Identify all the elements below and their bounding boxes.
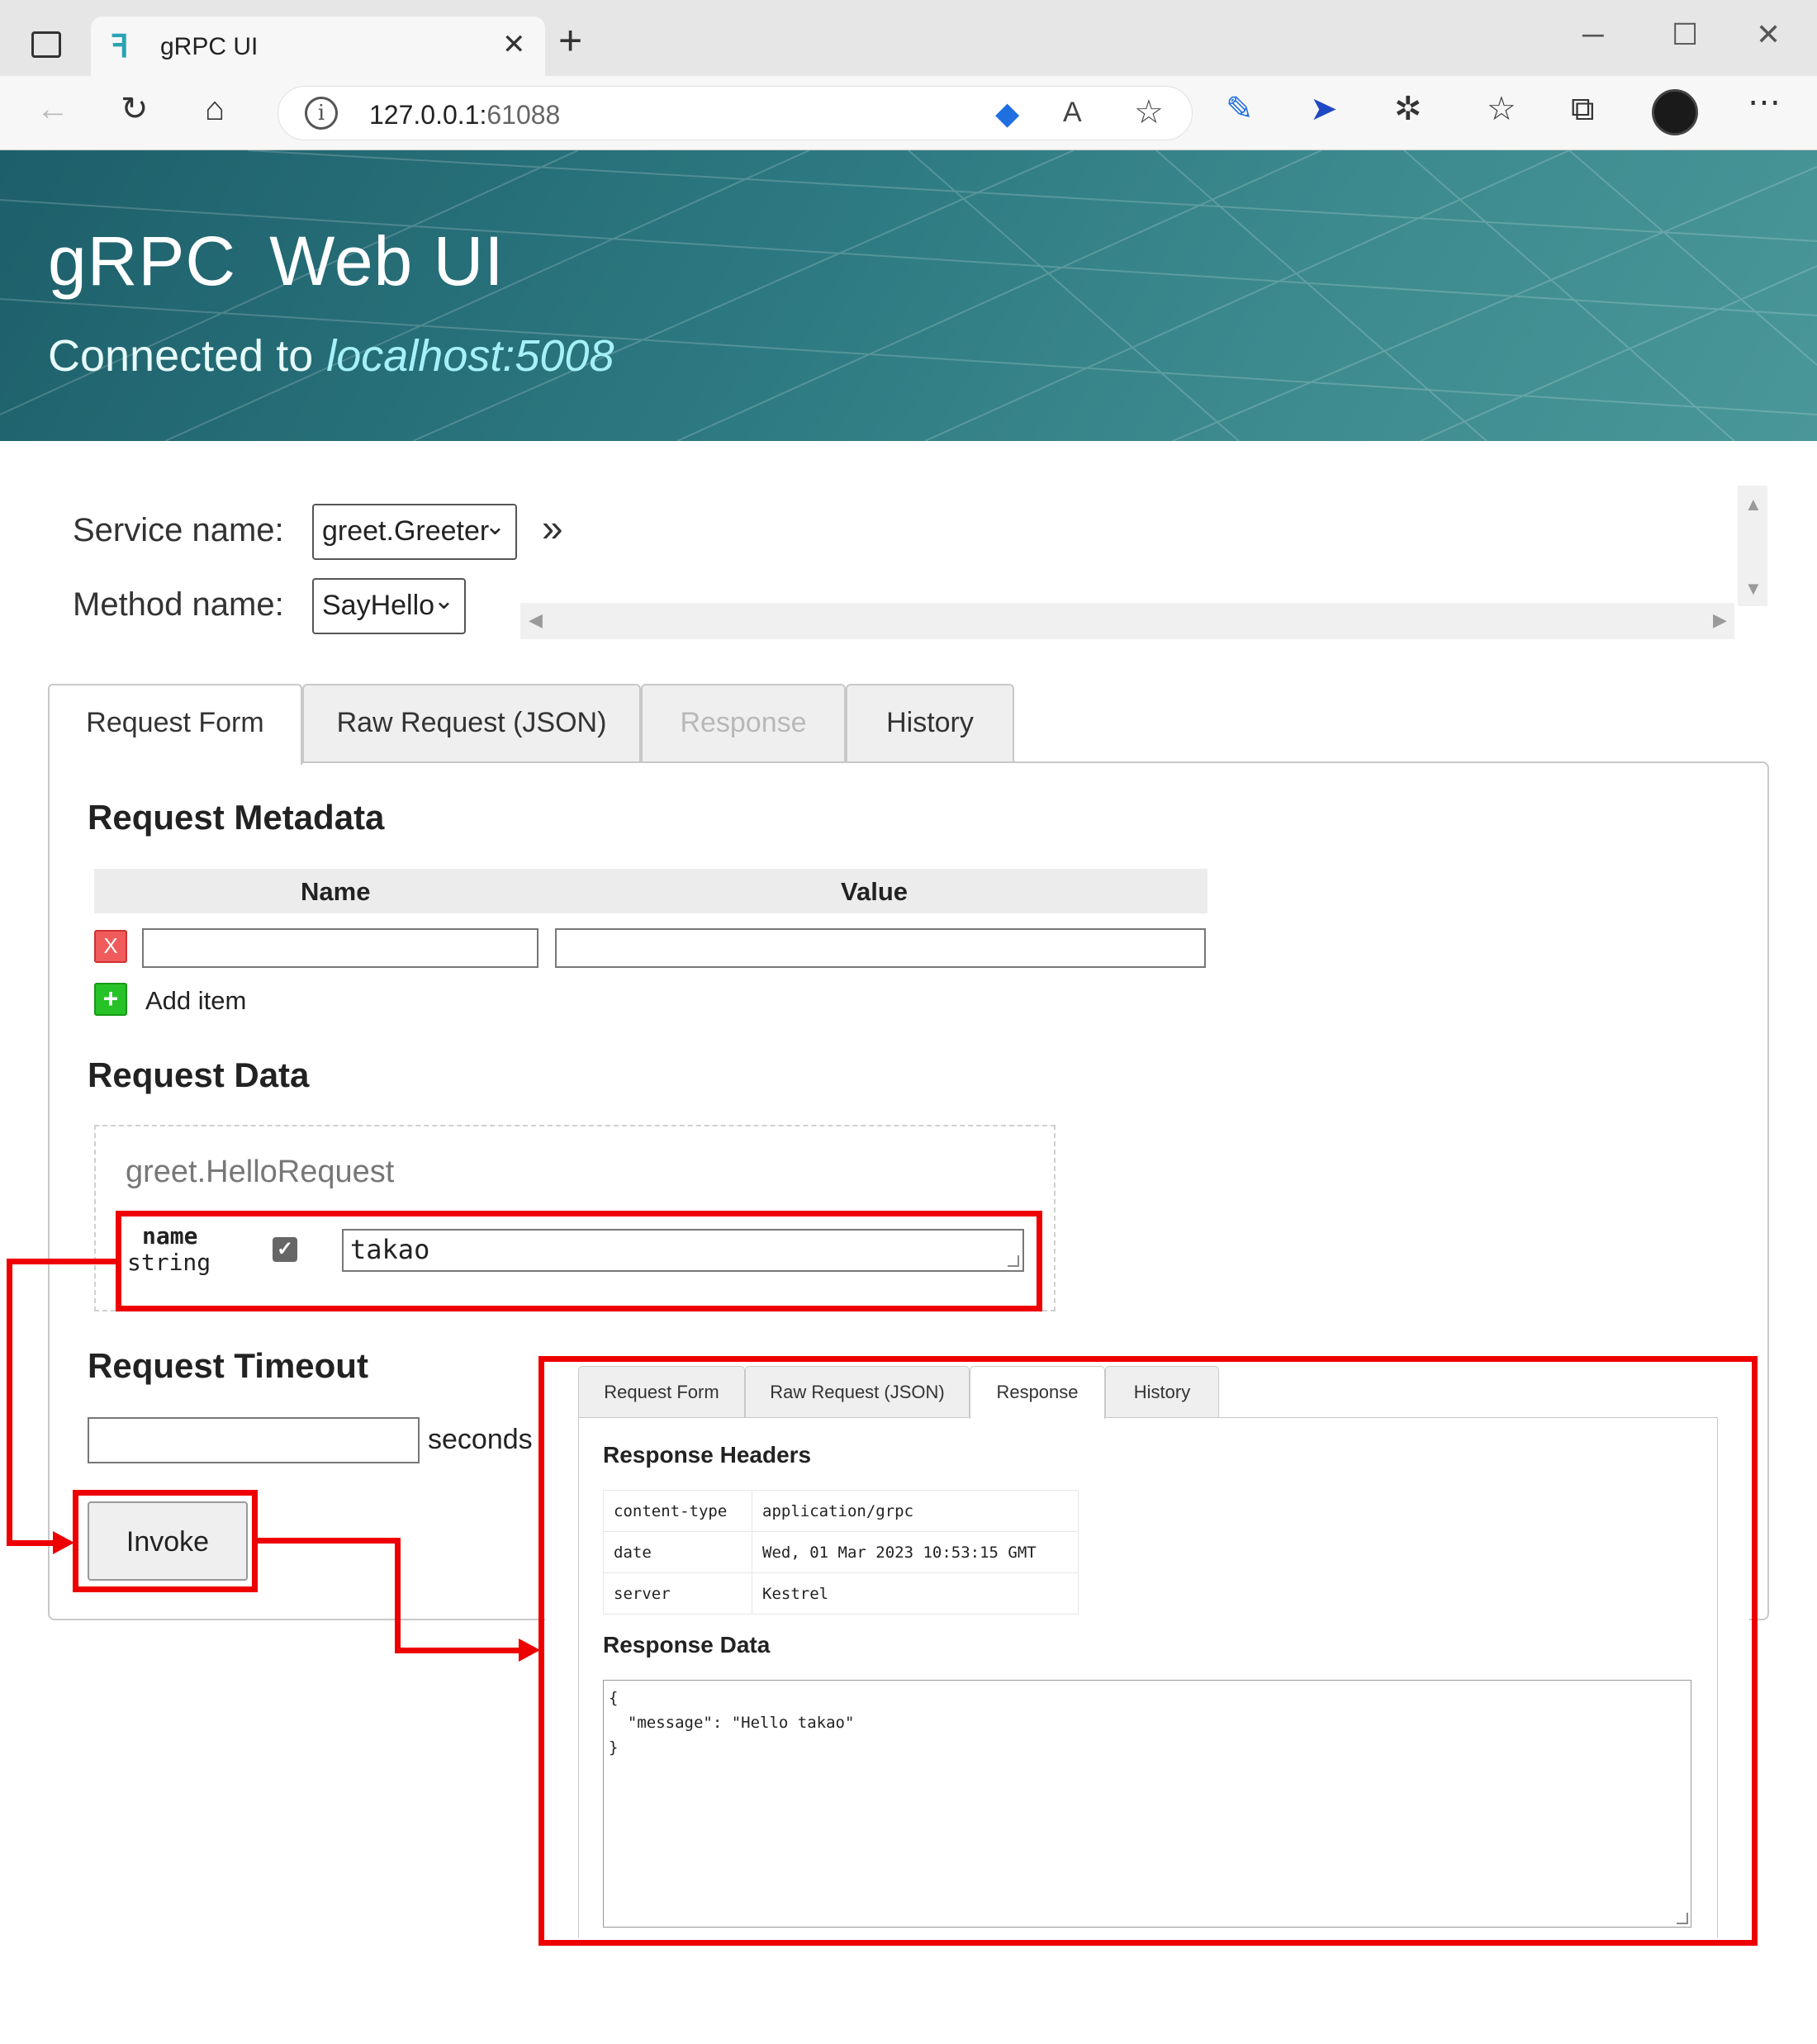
chevron-down-icon: ⌄ bbox=[484, 513, 505, 540]
refresh-icon[interactable]: ↻ bbox=[121, 92, 149, 126]
request-timeout-heading: Request Timeout bbox=[88, 1346, 368, 1385]
home-icon[interactable]: ⌂ bbox=[205, 92, 225, 126]
annotation-arrow-icon bbox=[519, 1639, 540, 1662]
grpc-favicon-icon: ꟻ bbox=[111, 30, 129, 64]
page-title: gRPC Web UI bbox=[48, 222, 505, 300]
chevron-down-icon: ⌄ bbox=[433, 587, 454, 614]
address-bar[interactable]: i 127.0.0.1:61088 ◆ A ☆ bbox=[278, 86, 1193, 140]
timeout-input[interactable] bbox=[88, 1417, 420, 1463]
new-tab-icon[interactable]: + bbox=[558, 20, 582, 61]
expand-icon[interactable]: » bbox=[542, 505, 563, 550]
browser-chrome: ꟻ gRPC UI ✕ + ─ ☐ ✕ ← ↻ ⌂ i 127.0.0.1:61… bbox=[0, 0, 1817, 150]
minimize-icon[interactable]: ─ bbox=[1582, 20, 1604, 50]
scroll-right-icon[interactable]: ▶ bbox=[1713, 609, 1727, 631]
close-tab-icon[interactable]: ✕ bbox=[502, 28, 526, 61]
pen-extension-icon[interactable]: ✎ bbox=[1226, 92, 1254, 126]
browser-tab[interactable]: ꟻ gRPC UI ✕ bbox=[91, 17, 545, 78]
tag-icon[interactable]: ◆ bbox=[995, 95, 1019, 132]
extensions-icon[interactable]: ✲ bbox=[1394, 92, 1422, 126]
bookmark-extension-icon[interactable]: ➤ bbox=[1310, 92, 1338, 126]
metadata-value-column: Value bbox=[841, 877, 908, 906]
add-metadata-button[interactable]: + bbox=[94, 983, 127, 1016]
method-select[interactable]: SayHello ⌄ bbox=[312, 578, 466, 634]
tab-actions-icon[interactable] bbox=[31, 31, 61, 58]
annotation-response-box bbox=[538, 1356, 1758, 1946]
vertical-scrollbar[interactable]: ▲ ▼ bbox=[1738, 486, 1767, 606]
annotation-connector-line bbox=[395, 1538, 401, 1653]
close-window-icon[interactable]: ✕ bbox=[1756, 20, 1781, 50]
header-banner: gRPC Web UI Connected to localhost:5008 bbox=[0, 150, 1817, 441]
annotation-request-field-box bbox=[116, 1211, 1042, 1311]
horizontal-scrollbar[interactable]: ◀ ▶ bbox=[520, 603, 1734, 639]
back-icon[interactable]: ← bbox=[36, 92, 69, 126]
tab-history[interactable]: History bbox=[846, 684, 1014, 761]
tab-request-form[interactable]: Request Form bbox=[48, 684, 302, 765]
annotation-connector-line bbox=[7, 1540, 56, 1546]
metadata-table-header: Name Value bbox=[94, 869, 1207, 913]
scroll-down-icon[interactable]: ▼ bbox=[1744, 578, 1762, 600]
annotation-connector-line bbox=[7, 1259, 117, 1264]
connection-host: localhost:5008 bbox=[326, 331, 614, 381]
request-data-heading: Request Data bbox=[88, 1055, 310, 1094]
metadata-value-input[interactable] bbox=[555, 928, 1206, 968]
annotation-arrow-icon bbox=[53, 1531, 74, 1554]
add-item-label[interactable]: Add item bbox=[145, 986, 246, 1016]
metadata-name-input[interactable] bbox=[142, 928, 538, 968]
site-info-icon[interactable]: i bbox=[305, 97, 338, 130]
scroll-up-icon[interactable]: ▲ bbox=[1744, 494, 1762, 515]
annotation-connector-line bbox=[256, 1538, 400, 1544]
annotation-invoke-box bbox=[73, 1490, 258, 1592]
tab-raw-request[interactable]: Raw Request (JSON) bbox=[302, 684, 641, 761]
annotation-connector-line bbox=[395, 1648, 520, 1653]
collections-icon[interactable]: ⧉ bbox=[1571, 92, 1595, 126]
annotation-connector-line bbox=[7, 1259, 12, 1546]
service-name-label: Service name: bbox=[73, 512, 284, 548]
metadata-name-column: Name bbox=[301, 877, 371, 906]
connection-status: Connected to localhost:5008 bbox=[48, 331, 614, 381]
service-select[interactable]: greet.Greeter ⌄ bbox=[312, 504, 517, 560]
more-icon[interactable]: ⋯ bbox=[1748, 86, 1781, 119]
favorites-icon[interactable]: ☆ bbox=[1487, 92, 1516, 126]
add-favorite-icon[interactable]: ☆ bbox=[1134, 93, 1164, 131]
request-metadata-heading: Request Metadata bbox=[88, 798, 385, 837]
timeout-unit-label: seconds bbox=[428, 1424, 533, 1455]
remove-metadata-button[interactable]: X bbox=[94, 930, 127, 963]
maximize-icon[interactable]: ☐ bbox=[1672, 20, 1698, 50]
method-name-label: Method name: bbox=[73, 586, 284, 623]
tab-strip: ꟻ gRPC UI ✕ + ─ ☐ ✕ bbox=[0, 0, 1817, 78]
address-url: 127.0.0.1:61088 bbox=[369, 100, 561, 130]
read-aloud-icon[interactable]: A bbox=[1063, 97, 1082, 129]
avatar[interactable] bbox=[1652, 89, 1698, 135]
message-type-label: greet.HelloRequest bbox=[126, 1155, 395, 1189]
scroll-left-icon[interactable]: ◀ bbox=[529, 609, 543, 631]
tab-title: gRPC UI bbox=[160, 33, 259, 60]
tab-response: Response bbox=[641, 684, 846, 761]
